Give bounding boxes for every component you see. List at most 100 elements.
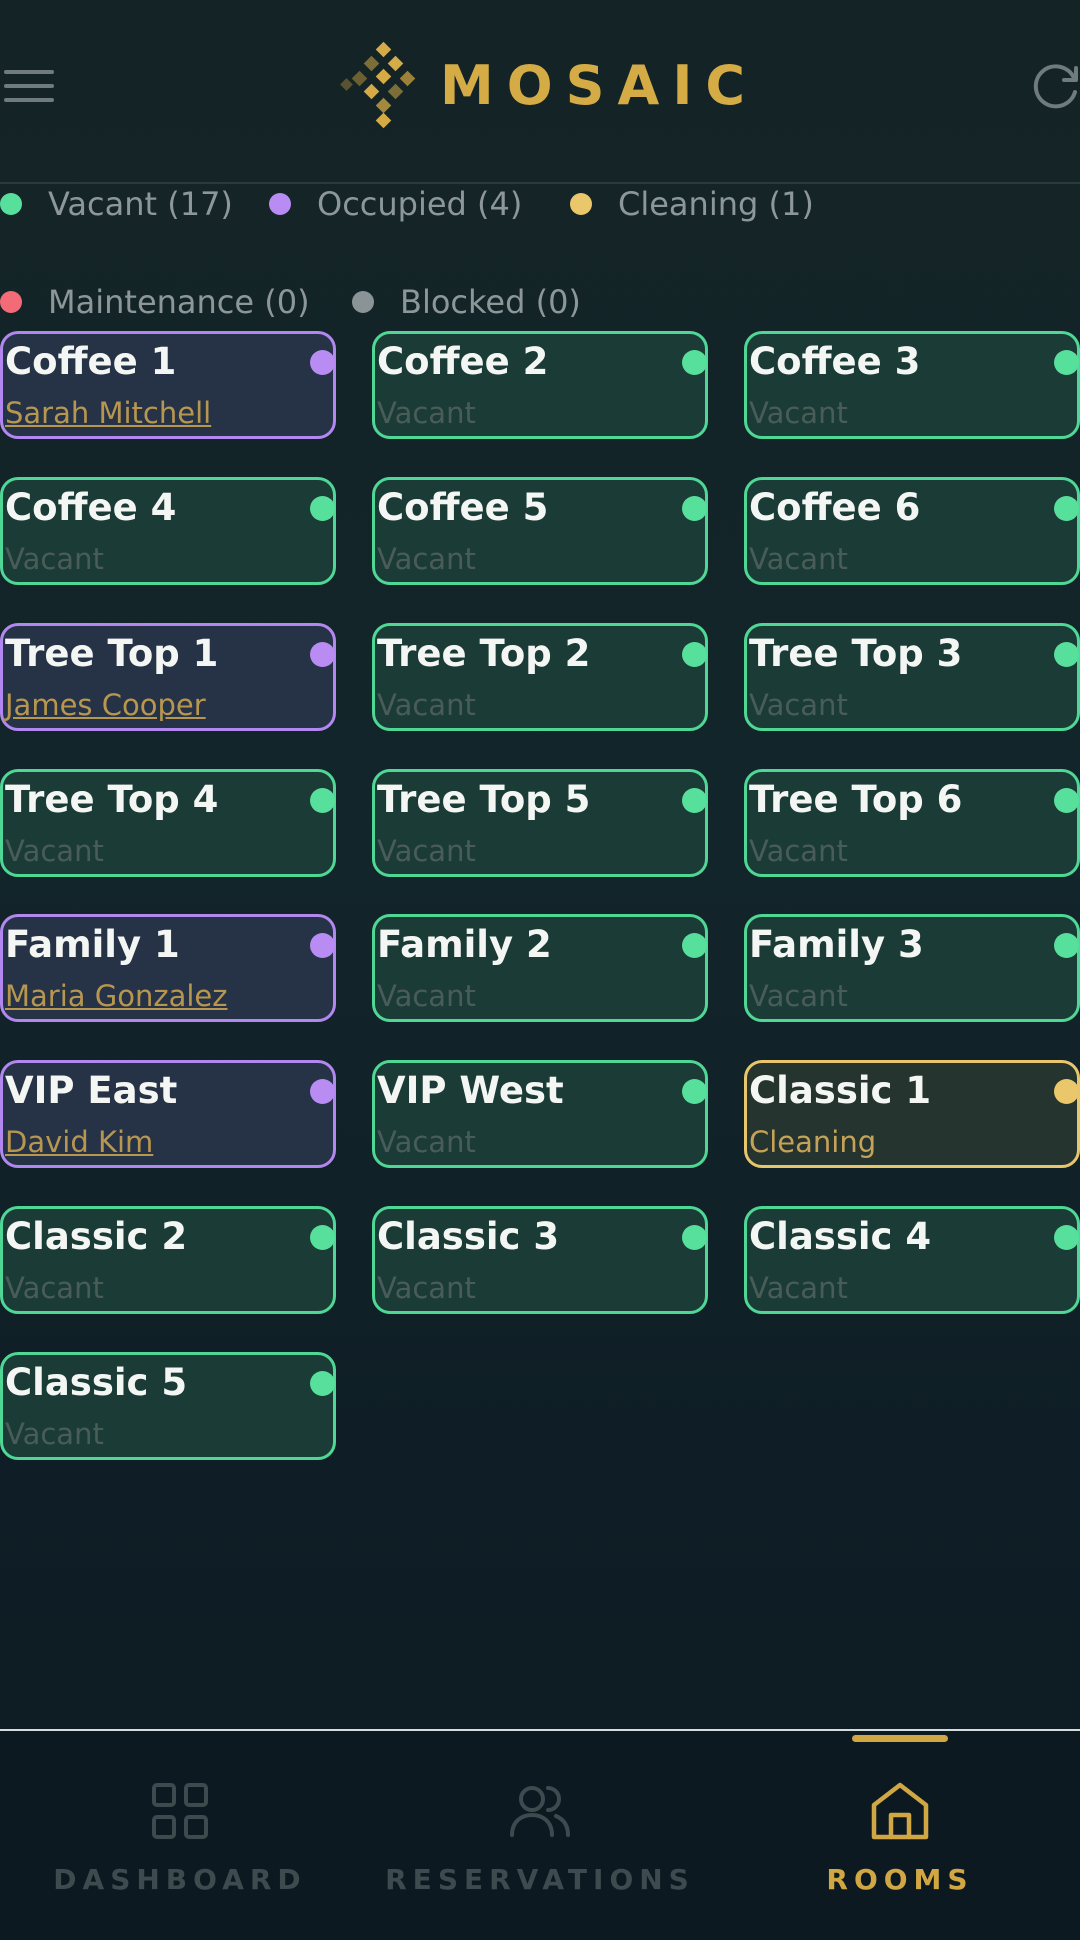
room-card[interactable]: VIP East David Kim xyxy=(0,1060,336,1168)
room-name: Classic 4 xyxy=(749,1215,932,1258)
room-status: Vacant xyxy=(5,1417,104,1451)
room-card[interactable]: Tree Top 2 Vacant xyxy=(372,623,708,731)
status-dot-icon xyxy=(310,1371,335,1396)
tab-dashboard[interactable]: DASHBOARD xyxy=(0,1731,360,1940)
users-icon xyxy=(510,1786,570,1837)
room-name: Classic 5 xyxy=(5,1361,188,1404)
room-name: Classic 2 xyxy=(5,1215,188,1258)
room-card[interactable]: Coffee 5 Vacant xyxy=(372,477,708,585)
room-name: Coffee 4 xyxy=(5,486,177,529)
app-header: MOSAIC xyxy=(0,0,1080,184)
room-status: Cleaning xyxy=(749,1125,877,1159)
status-dot-icon xyxy=(1054,496,1079,521)
legend-label: Cleaning (1) xyxy=(618,185,814,223)
room-card[interactable]: Classic 4 Vacant xyxy=(744,1206,1080,1314)
room-card[interactable]: Coffee 3 Vacant xyxy=(744,331,1080,439)
room-status: Vacant xyxy=(377,688,476,722)
hamburger-menu-icon[interactable] xyxy=(4,70,56,104)
guest-name-link[interactable]: Sarah Mitchell xyxy=(5,396,211,430)
room-name: VIP West xyxy=(377,1069,564,1112)
status-dot-icon xyxy=(682,642,707,667)
room-card[interactable]: Family 1 Maria Gonzalez xyxy=(0,914,336,1022)
room-status: Vacant xyxy=(5,834,104,868)
vacant-dot-icon xyxy=(0,193,22,215)
status-dot-icon xyxy=(682,1225,707,1250)
room-status: Vacant xyxy=(377,1125,476,1159)
room-name: Tree Top 3 xyxy=(749,632,963,675)
room-name: Tree Top 2 xyxy=(377,632,591,675)
room-name: Family 1 xyxy=(5,923,180,966)
guest-name-link[interactable]: James Cooper xyxy=(5,688,206,722)
status-dot-icon xyxy=(310,642,335,667)
room-card[interactable]: Classic 3 Vacant xyxy=(372,1206,708,1314)
cleaning-dot-icon xyxy=(570,193,592,215)
room-name: Coffee 5 xyxy=(377,486,549,529)
room-name: Coffee 6 xyxy=(749,486,921,529)
legend-label: Occupied (4) xyxy=(317,185,523,223)
mosaic-logo-icon xyxy=(340,41,416,129)
room-card[interactable]: Tree Top 4 Vacant xyxy=(0,769,336,877)
room-card[interactable]: Classic 2 Vacant xyxy=(0,1206,336,1314)
tab-reservations[interactable]: RESERVATIONS xyxy=(360,1731,720,1940)
room-name: Family 3 xyxy=(749,923,924,966)
occupied-dot-icon xyxy=(269,193,291,215)
status-dot-icon xyxy=(310,350,335,375)
status-dot-icon xyxy=(310,933,335,958)
room-card[interactable]: VIP West Vacant xyxy=(372,1060,708,1168)
room-status: Vacant xyxy=(377,396,476,430)
room-card[interactable]: Coffee 2 Vacant xyxy=(372,331,708,439)
tab-label: DASHBOARD xyxy=(53,1863,307,1896)
status-dot-icon xyxy=(1054,642,1079,667)
brand: MOSAIC xyxy=(338,40,758,130)
room-card[interactable]: Tree Top 6 Vacant xyxy=(744,769,1080,877)
room-status: Vacant xyxy=(749,396,848,430)
guest-name-link[interactable]: Maria Gonzalez xyxy=(5,979,227,1013)
room-status: Vacant xyxy=(749,688,848,722)
room-status: Vacant xyxy=(749,979,848,1013)
room-name: Coffee 2 xyxy=(377,340,549,383)
room-card[interactable]: Tree Top 1 James Cooper xyxy=(0,623,336,731)
room-name: Coffee 3 xyxy=(749,340,921,383)
room-card[interactable]: Family 2 Vacant xyxy=(372,914,708,1022)
room-name: Tree Top 6 xyxy=(749,778,963,821)
dashboard-grid-icon xyxy=(152,1783,208,1839)
status-dot-icon xyxy=(310,788,335,813)
legend-item-occupied: Occupied (4) xyxy=(269,185,522,223)
room-card[interactable]: Family 3 Vacant xyxy=(744,914,1080,1022)
status-dot-icon xyxy=(310,1225,335,1250)
room-status: Vacant xyxy=(5,542,104,576)
brand-name: MOSAIC xyxy=(440,53,759,117)
room-name: Coffee 1 xyxy=(5,340,177,383)
room-name: Family 2 xyxy=(377,923,552,966)
room-card[interactable]: Classic 1 Cleaning xyxy=(744,1060,1080,1168)
status-dot-icon xyxy=(682,496,707,521)
legend-label: Blocked (0) xyxy=(400,283,581,321)
room-name: Tree Top 4 xyxy=(5,778,219,821)
status-dot-icon xyxy=(1054,350,1079,375)
room-name: Tree Top 5 xyxy=(377,778,591,821)
legend-label: Maintenance (0) xyxy=(48,283,310,321)
status-dot-icon xyxy=(682,788,707,813)
tab-rooms[interactable]: ROOMS xyxy=(720,1731,1080,1940)
room-name: Tree Top 1 xyxy=(5,632,219,675)
room-name: VIP East xyxy=(5,1069,178,1112)
room-card[interactable]: Coffee 1 Sarah Mitchell xyxy=(0,331,336,439)
status-dot-icon xyxy=(1054,933,1079,958)
status-dot-icon xyxy=(310,1079,335,1104)
room-card[interactable]: Coffee 4 Vacant xyxy=(0,477,336,585)
guest-name-link[interactable]: David Kim xyxy=(5,1125,153,1159)
room-card[interactable]: Classic 5 Vacant xyxy=(0,1352,336,1460)
refresh-icon[interactable] xyxy=(1030,62,1080,112)
status-dot-icon xyxy=(682,1079,707,1104)
room-status: Vacant xyxy=(377,1271,476,1305)
tab-label: ROOMS xyxy=(826,1863,974,1896)
status-dot-icon xyxy=(682,933,707,958)
status-dot-icon xyxy=(310,496,335,521)
active-tab-indicator xyxy=(852,1735,948,1742)
room-card[interactable]: Tree Top 3 Vacant xyxy=(744,623,1080,731)
room-card[interactable]: Tree Top 5 Vacant xyxy=(372,769,708,877)
room-status: Vacant xyxy=(377,834,476,868)
room-status: Vacant xyxy=(377,979,476,1013)
blocked-dot-icon xyxy=(352,291,374,313)
room-card[interactable]: Coffee 6 Vacant xyxy=(744,477,1080,585)
